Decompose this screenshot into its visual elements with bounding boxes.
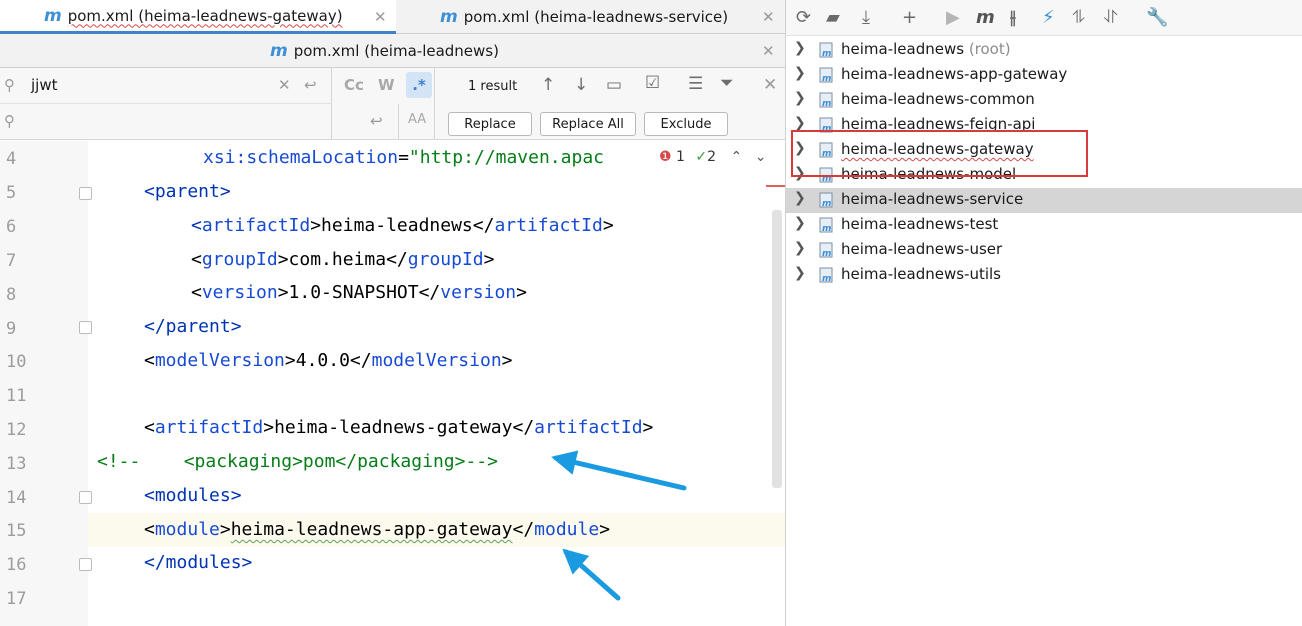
maven-toolbar: ⟳ ▰ ⤓ + ▶ m ⫲ ⚡ ⥮ ⥯ 🔧 (786, 0, 1302, 36)
expand-all-icon[interactable]: ⥮ (1072, 7, 1085, 28)
run-icon[interactable]: ▶ (946, 7, 960, 28)
tree-item-label: heima-leadnews-app-gateway (841, 65, 1068, 83)
collapse-all-icon[interactable]: ⥯ (1104, 7, 1117, 28)
annotation-highlight-box (791, 130, 1088, 177)
reload-icon[interactable]: ⟳ (796, 7, 811, 28)
svg-text:m: m (822, 199, 831, 208)
tree-item[interactable]: ❯ m heima-leadnews-utils (786, 263, 1302, 288)
download-icon[interactable]: ⤓ (862, 7, 870, 28)
chevron-right-icon[interactable]: ❯ (794, 90, 806, 106)
chevron-right-icon[interactable]: ❯ (794, 190, 806, 206)
maven-tool-window: ⟳ ▰ ⤓ + ▶ m ⫲ ⚡ ⥮ ⥯ 🔧 ❯ m heima-leadnews… (785, 0, 1302, 626)
tree-item-label: heima-leadnews-user (841, 240, 1003, 258)
chevron-right-icon[interactable]: ❯ (794, 240, 806, 256)
arrow-to-module (562, 548, 621, 601)
maven-module-icon: m (819, 42, 833, 58)
arrow-to-packaging (551, 450, 687, 491)
tree-item-label: heima-leadnews-utils (841, 265, 1001, 283)
reimport-folder-icon[interactable]: ▰ (826, 7, 840, 28)
tree-item[interactable]: ❯ m heima-leadnews (root) (786, 38, 1302, 63)
tree-item-selected[interactable]: ❯ m heima-leadnews-service (786, 188, 1302, 213)
svg-text:m: m (822, 74, 831, 83)
chevron-right-icon[interactable]: ❯ (794, 215, 806, 231)
maven-goal-icon[interactable]: m (976, 7, 995, 28)
svg-text:m: m (822, 99, 831, 108)
svg-text:m: m (822, 274, 831, 283)
maven-module-icon: m (819, 217, 833, 233)
tree-item[interactable]: ❯ m heima-leadnews-test (786, 213, 1302, 238)
skip-tests-icon[interactable]: ⚡ (1042, 7, 1055, 28)
maven-module-icon: m (819, 267, 833, 283)
chevron-right-icon[interactable]: ❯ (794, 265, 806, 281)
tree-item[interactable]: ❯ m heima-leadnews-app-gateway (786, 63, 1302, 88)
tree-item[interactable]: ❯ m heima-leadnews-common (786, 88, 1302, 113)
tree-item-label: heima-leadnews (841, 40, 965, 58)
annotation-arrows (551, 450, 687, 601)
svg-text:m: m (822, 249, 831, 258)
chevron-right-icon[interactable]: ❯ (794, 40, 806, 56)
toggle-offline-icon[interactable]: ⫲ (1010, 7, 1016, 28)
tree-item-label: heima-leadnews-service (841, 190, 1024, 208)
maven-module-icon: m (819, 242, 833, 258)
maven-module-icon: m (819, 92, 833, 108)
tree-item[interactable]: ❯ m heima-leadnews-user (786, 238, 1302, 263)
svg-text:m: m (822, 224, 831, 233)
root-suffix: (root) (964, 40, 1011, 58)
chevron-right-icon[interactable]: ❯ (794, 115, 806, 131)
add-icon[interactable]: + (902, 7, 917, 28)
maven-module-icon: m (819, 192, 833, 208)
maven-module-icon: m (819, 67, 833, 83)
wrench-icon[interactable]: 🔧 (1146, 7, 1168, 28)
editor-pane: m pom.xml (heima-leadnews-gateway) ✕ m p… (0, 0, 785, 626)
tree-item-label: heima-leadnews-common (841, 90, 1035, 108)
svg-text:m: m (822, 49, 831, 58)
tree-item-label: heima-leadnews-test (841, 215, 999, 233)
chevron-right-icon[interactable]: ❯ (794, 65, 806, 81)
